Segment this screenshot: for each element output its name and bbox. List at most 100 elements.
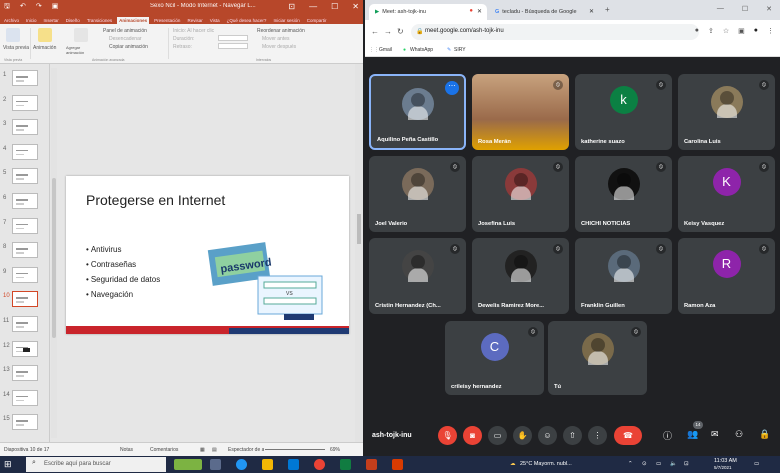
slide-bullet[interactable]: Contraseñas: [86, 257, 160, 272]
ribbon-display-icon[interactable]: ⊡: [288, 2, 295, 11]
store-icon[interactable]: [288, 459, 299, 470]
mic-off-button[interactable]: 🎙: [438, 426, 457, 445]
host-controls-icon[interactable]: 🔒: [759, 429, 770, 440]
participant-tile[interactable]: ⋯ Aquilino Peña Castillo: [369, 74, 466, 150]
save-icon[interactable]: 🖫: [4, 2, 10, 13]
participant-tile[interactable]: K ⦸ Keisy Vasquez: [678, 156, 775, 232]
minimize-icon[interactable]: —: [717, 5, 724, 13]
preview-icon[interactable]: [6, 28, 20, 42]
preview-button[interactable]: Vista previa: [3, 45, 29, 51]
tray-chevron-icon[interactable]: ⌃: [628, 461, 633, 467]
slide-bullet[interactable]: Navegación: [86, 287, 160, 302]
star-animation-icon[interactable]: [38, 28, 52, 42]
slide-thumbnail[interactable]: 7: [3, 217, 47, 238]
notifications-icon[interactable]: ▭: [754, 461, 759, 467]
ribbon-tab[interactable]: Archivo: [2, 17, 21, 24]
participant-tile[interactable]: ⦸ Josefina Luis: [472, 156, 569, 232]
close-icon[interactable]: ✕: [766, 5, 772, 13]
slide-bullet-list[interactable]: AntivirusContraseñasSeguridad de datosNa…: [86, 242, 160, 302]
ribbon-tab[interactable]: Diseño: [64, 17, 82, 24]
current-slide[interactable]: Protegerse en Internet AntivirusContrase…: [66, 176, 349, 334]
slide-thumbnail-preview[interactable]: [12, 266, 38, 283]
animation-button[interactable]: Animación: [33, 45, 56, 51]
participant-tile[interactable]: ⦸ Cristin Hernandez (Ch...: [369, 238, 466, 314]
duration-input[interactable]: [218, 35, 248, 41]
slide-thumbnail-preview[interactable]: [12, 365, 38, 382]
profile-icon[interactable]: ●: [754, 27, 758, 35]
maximize-icon[interactable]: ☐: [331, 2, 338, 11]
ribbon-tab[interactable]: Insertar: [42, 17, 61, 24]
news-widget-icon[interactable]: [174, 459, 202, 470]
notes-button[interactable]: Notas: [120, 447, 133, 453]
slide-thumbnail[interactable]: 10: [3, 291, 47, 311]
zoom-level[interactable]: 69%: [330, 447, 340, 453]
participant-tile[interactable]: ⦸ Tú: [548, 321, 647, 395]
slide-thumbnail[interactable]: 2: [3, 94, 47, 115]
ribbon-tab[interactable]: Iniciar sesión: [271, 17, 301, 24]
windows-start-icon[interactable]: ⊞: [4, 459, 12, 470]
camera-indicator-icon[interactable]: ●: [695, 27, 699, 35]
thumbnails-scrollbar[interactable]: [51, 68, 57, 438]
participant-tile[interactable]: R ⦸ Ramon Aza: [678, 238, 775, 314]
redo-icon[interactable]: ↷: [36, 2, 42, 13]
minimize-icon[interactable]: —: [309, 2, 317, 11]
add-animation-icon[interactable]: [74, 28, 88, 42]
trigger-button[interactable]: Desencadenar: [109, 36, 142, 42]
slide-thumbnail[interactable]: 5: [3, 168, 47, 188]
slide-thumbnail[interactable]: 4: [3, 143, 47, 164]
slide-title[interactable]: Protegerse en Internet: [86, 192, 225, 208]
menu-dots-icon[interactable]: ⋮: [767, 27, 774, 35]
excel-icon[interactable]: [340, 459, 351, 470]
password-illustration[interactable]: password VS: [206, 240, 324, 320]
undo-icon[interactable]: ↶: [20, 2, 26, 13]
copy-animation-button[interactable]: Copiar animación: [109, 44, 148, 50]
bookmark-siry[interactable]: SIRY: [454, 47, 466, 53]
slide-thumbnail-preview[interactable]: [12, 168, 38, 185]
edge-icon[interactable]: [236, 459, 247, 470]
slide-thumbnail[interactable]: 15: [3, 414, 47, 434]
tab-meet[interactable]: ▶ Meet: ash-tojk-inu ● ✕: [369, 4, 487, 20]
weather-text[interactable]: 25°C Mayorm. nubl...: [520, 461, 572, 467]
normal-view-icon[interactable]: ▦: [200, 447, 205, 453]
ribbon-tab[interactable]: Vista: [208, 17, 222, 24]
slide-thumbnail[interactable]: 1: [3, 70, 47, 90]
bookmark-gmail[interactable]: Gmail: [379, 47, 392, 53]
language-icon[interactable]: ⊡: [684, 461, 689, 467]
slide-thumbnail[interactable]: 9: [3, 266, 47, 287]
reactions-button[interactable]: ☺: [538, 426, 557, 445]
participant-tile[interactable]: ⦸ Franklin Guillen: [575, 238, 672, 314]
clock-date[interactable]: 5/7/2021: [714, 465, 732, 470]
more-options-button[interactable]: ⋮: [588, 426, 607, 445]
new-tab-icon[interactable]: +: [605, 5, 610, 14]
ribbon-tab[interactable]: Compartir: [305, 17, 329, 24]
participant-tile[interactable]: ⦸ Joel Valerio: [369, 156, 466, 232]
raise-hand-button[interactable]: ✋: [513, 426, 532, 445]
url-text[interactable]: meet.google.com/ash-tojk-inu: [425, 28, 504, 34]
chat-icon[interactable]: ✉: [711, 429, 719, 440]
people-icon[interactable]: 👥: [687, 429, 698, 440]
activities-icon[interactable]: ⚇: [735, 429, 743, 440]
network-icon[interactable]: ▭: [656, 461, 661, 467]
file-explorer-icon[interactable]: [262, 459, 273, 470]
slide-thumbnail-preview[interactable]: [12, 316, 38, 332]
task-view-icon[interactable]: [210, 459, 221, 470]
slide-thumbnail-preview[interactable]: [12, 143, 38, 160]
slide-thumbnail-preview[interactable]: [12, 242, 38, 259]
participant-tile[interactable]: ⦸ CHICHI NOTICIAS: [575, 156, 672, 232]
apps-icon[interactable]: ⋮⋮: [369, 47, 379, 53]
slide-thumbnail-preview[interactable]: [12, 193, 38, 209]
slide-thumbnail[interactable]: 3: [3, 119, 47, 139]
share-icon[interactable]: ⇪: [708, 27, 714, 35]
slide-thumbnail-preview[interactable]: [12, 414, 38, 431]
camera-off-button[interactable]: ◙: [463, 426, 482, 445]
info-icon[interactable]: ⓘ: [663, 429, 672, 442]
slide-thumbnail-preview[interactable]: [12, 217, 38, 234]
leave-call-button[interactable]: ☎: [614, 426, 642, 445]
slide-thumbnail-preview[interactable]: [12, 70, 38, 86]
slide-thumbnail[interactable]: 12: [3, 340, 47, 361]
back-icon[interactable]: ←: [371, 27, 379, 36]
move-earlier-button[interactable]: Mover antes: [262, 36, 290, 42]
participant-tile[interactable]: ⦸ Carolina Luis: [678, 74, 775, 150]
slide-thumbnail-preview[interactable]: [12, 94, 38, 111]
captions-button[interactable]: ▭: [488, 426, 507, 445]
